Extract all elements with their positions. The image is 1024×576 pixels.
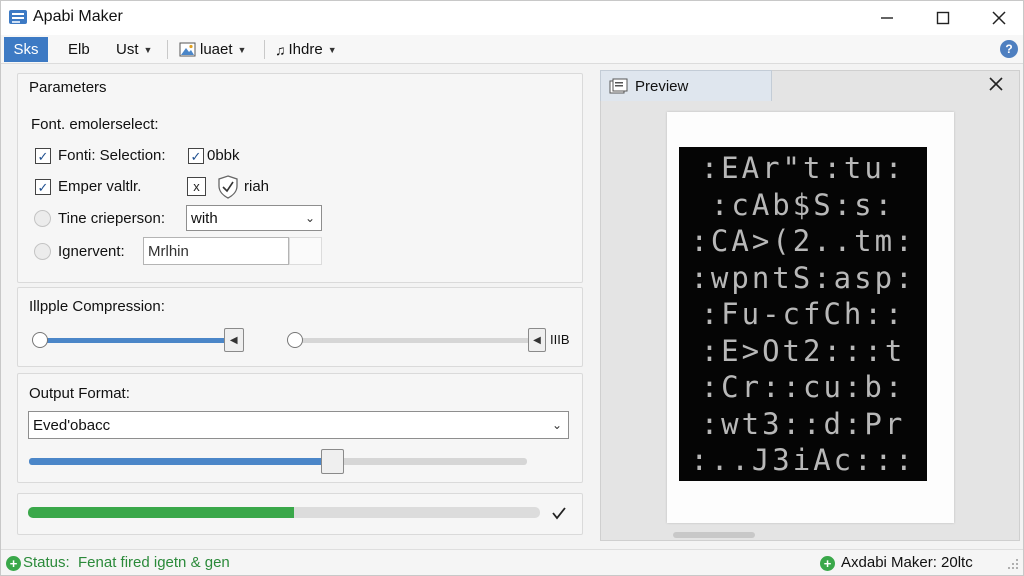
preview-glyph-line: :E>Ot2:::t xyxy=(700,333,906,368)
progress-bar xyxy=(28,507,540,518)
app-icon xyxy=(9,10,27,24)
menu-bar: Sks Elb Ust ▼ luaet ▼ ♫ Ihdre ▼ xyxy=(1,35,1023,64)
menu-item-elb[interactable]: Elb xyxy=(62,37,96,62)
preview-glyph-line: :Cr::cu:b: xyxy=(700,370,906,404)
compression-slider2-start-knob[interactable] xyxy=(287,332,303,348)
app-window: Apabi Maker Sks Elb Ust ▼ luaet ▼ ♫ Ihdr… xyxy=(0,0,1024,576)
status-message: Fenat fired igetn & gen xyxy=(78,554,230,571)
app-status-icon: + xyxy=(820,556,835,571)
menu-item-luaet[interactable]: luaet ▼ xyxy=(173,37,252,62)
output-format-value: Eved'obacc xyxy=(33,416,111,434)
check-icon: ✓ xyxy=(190,148,202,164)
check-icon xyxy=(552,507,566,520)
chevron-down-icon: ⌄ xyxy=(551,418,562,432)
emper-label: Emper valtlr. xyxy=(58,178,142,195)
preview-glyph-line: :EAr"t:tu: xyxy=(700,151,906,185)
status-ok-icon: + xyxy=(6,556,21,571)
close-icon xyxy=(989,77,1003,91)
emper-x-mark: x xyxy=(193,179,200,194)
music-note-icon: ♫ xyxy=(275,41,286,58)
compression-slider-start-knob[interactable] xyxy=(32,332,48,348)
compression-slider2-handle[interactable]: ◀ xyxy=(528,328,546,352)
output-format-select[interactable]: Eved'obacc ⌄ xyxy=(28,411,569,439)
shield-check-icon[interactable] xyxy=(217,175,239,199)
font-label: Font. emolerselect: xyxy=(31,116,159,133)
parameters-title: Parameters xyxy=(29,79,107,96)
output-slider-track[interactable] xyxy=(29,458,527,465)
preview-glyph-line: :Fu-cfCh:: xyxy=(700,297,906,331)
slider-grip-icon: ◀ xyxy=(533,334,541,346)
font-selection-label: Fonti: Selection: xyxy=(58,147,166,164)
compression-slider2-track[interactable] xyxy=(295,338,537,343)
preview-glyph-line: :wpntS:asp: xyxy=(690,260,916,295)
font-selection-checkbox[interactable]: ✓ xyxy=(35,148,51,164)
progress-fill xyxy=(28,507,295,518)
preview-glyph-line: :wt3::d:Pr xyxy=(700,406,906,441)
close-preview-button[interactable] xyxy=(989,74,1003,97)
help-icon[interactable]: ? xyxy=(1000,40,1018,58)
time-radio[interactable] xyxy=(34,210,51,227)
ignervent-value: Mrlhin xyxy=(148,242,189,260)
check-icon: ✓ xyxy=(37,148,49,164)
minimize-icon xyxy=(881,17,893,19)
font-option-label: 0bbk xyxy=(207,147,240,164)
menu-item-sks[interactable]: Sks xyxy=(4,37,48,62)
preview-glyph-line: :..J3iAc::: xyxy=(690,443,916,477)
time-label: Tine crieperson: xyxy=(58,210,165,227)
preview-scrollbar[interactable] xyxy=(673,532,755,538)
menu-item-label: Sks xyxy=(13,41,39,58)
image-icon xyxy=(179,42,196,57)
chevron-down-icon: ▼ xyxy=(143,44,153,55)
tab-preview[interactable]: Preview xyxy=(600,70,772,101)
maximize-button[interactable] xyxy=(915,1,971,35)
ignervent-input[interactable]: Mrlhin xyxy=(143,237,289,265)
menu-separator xyxy=(167,40,168,59)
preview-glyph-line: :cAb$S:s: xyxy=(710,187,896,222)
emper-x-checkbox[interactable]: x xyxy=(187,177,206,196)
ignervent-radio[interactable] xyxy=(34,243,51,260)
preview-image: :EAr"t:tu::cAb$S:s::CA>(2..tm::wpntS:asp… xyxy=(679,147,927,481)
compression-slider2-label: IIIB xyxy=(550,332,570,347)
status-bar: + Status: Fenat fired igetn & gen + Axda… xyxy=(1,549,1023,575)
window-title: Apabi Maker xyxy=(33,8,123,25)
time-select-value: with xyxy=(191,209,218,227)
check-icon: ✓ xyxy=(37,179,49,195)
maximize-icon xyxy=(936,11,950,25)
menu-item-ihdre[interactable]: ♫ Ihdre ▼ xyxy=(269,37,343,62)
close-window-button[interactable] xyxy=(971,1,1024,35)
font-option-checkbox[interactable]: ✓ xyxy=(188,148,204,164)
preview-icon xyxy=(609,78,628,94)
compression-title: Illpple Compression: xyxy=(29,298,165,315)
chevron-down-icon: ⌄ xyxy=(304,211,315,225)
output-slider-fill xyxy=(29,458,333,465)
menu-item-ust[interactable]: Ust ▼ xyxy=(110,37,158,62)
slider-grip-icon: ◀ xyxy=(229,334,238,346)
compression-slider-fill xyxy=(39,338,234,343)
menu-item-label: Ust xyxy=(116,41,139,58)
ignervent-label: Ignervent: xyxy=(58,243,125,260)
app-version-text: Axdabi Maker: 20ltc xyxy=(841,554,973,571)
preview-glyph-line: :CA>(2..tm: xyxy=(690,224,916,258)
emper-checkbox[interactable]: ✓ xyxy=(35,179,51,195)
emper-option-label: riah xyxy=(244,178,270,195)
resize-grip-icon[interactable] xyxy=(1007,558,1019,570)
chevron-down-icon: ▼ xyxy=(327,44,337,55)
minimize-button[interactable] xyxy=(859,1,915,35)
output-slider-handle[interactable] xyxy=(321,449,345,474)
menu-separator xyxy=(264,40,265,59)
menu-item-label: Ihdre xyxy=(288,41,323,58)
time-select[interactable]: with ⌄ xyxy=(186,205,322,231)
close-icon xyxy=(992,11,1006,25)
ignervent-side-box xyxy=(289,237,322,265)
chevron-down-icon: ▼ xyxy=(237,44,247,55)
compression-slider-handle[interactable]: ◀ xyxy=(223,328,244,352)
title-bar: Apabi Maker xyxy=(1,1,1023,35)
menu-item-label: luaet xyxy=(200,41,233,58)
preview-tab-label: Preview xyxy=(635,78,689,95)
menu-item-label: Elb xyxy=(68,41,90,58)
status-label: Status: xyxy=(23,554,70,571)
compression-slider-track[interactable] xyxy=(39,338,244,343)
output-title: Output Format: xyxy=(29,385,130,402)
